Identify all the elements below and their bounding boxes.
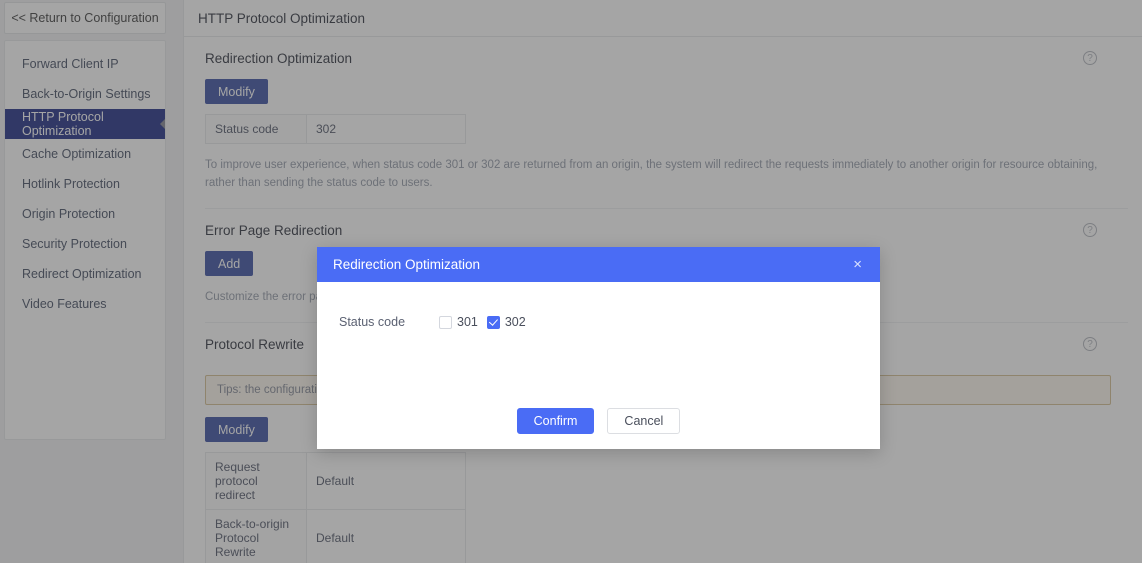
checkbox-302[interactable]: 302 — [486, 315, 526, 329]
checkbox-label: 301 — [457, 315, 478, 329]
status-code-form-row: Status code 301 302 — [317, 315, 880, 329]
redirection-optimization-dialog: Redirection Optimization × Status code 3… — [317, 247, 880, 449]
checkbox-unchecked-icon[interactable] — [439, 315, 452, 329]
checkbox-checked-icon[interactable] — [486, 315, 500, 329]
close-icon[interactable]: × — [849, 255, 866, 274]
dialog-body: Status code 301 302 — [317, 282, 880, 404]
status-code-label: Status code — [339, 315, 406, 329]
confirm-button[interactable]: Confirm — [516, 407, 595, 434]
dialog-header: Redirection Optimization × — [317, 247, 880, 282]
cancel-button[interactable]: Cancel — [607, 407, 681, 434]
checkbox-label: 302 — [504, 315, 526, 329]
checkbox-301[interactable]: 301 — [439, 315, 478, 329]
dialog-footer: Confirm Cancel — [317, 404, 880, 449]
status-code-checkbox-group: 301 302 — [439, 315, 526, 329]
dialog-title: Redirection Optimization — [333, 257, 481, 272]
